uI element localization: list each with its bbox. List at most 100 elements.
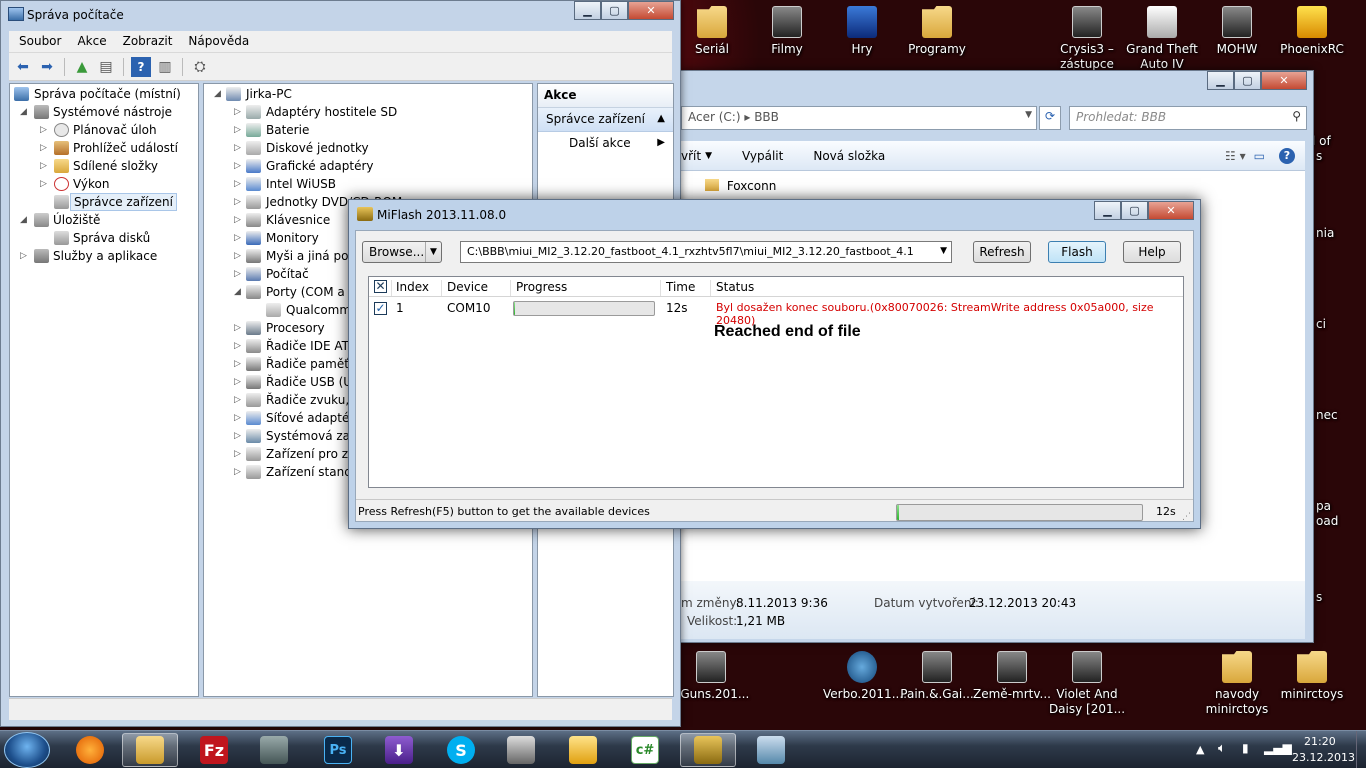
menu-zobrazit[interactable]: Zobrazit	[115, 31, 181, 52]
open-command[interactable]: vřít	[681, 149, 701, 163]
collapse-arrow-icon[interactable]: ▲	[657, 113, 665, 124]
help-icon[interactable]: ?	[131, 56, 151, 77]
tree-node-root[interactable]: Správa počítače (místní)	[10, 85, 198, 103]
breadcrumb-drive[interactable]: Acer (C:)	[688, 110, 741, 124]
expanded-arrow-icon[interactable]: ◢	[214, 85, 221, 103]
help-button[interactable]: Help	[1123, 241, 1181, 263]
collapsed-arrow-icon[interactable]: ▷	[234, 211, 241, 229]
collapsed-arrow-icon[interactable]: ▷	[40, 121, 47, 139]
path-combobox[interactable]: C:\BBB\miui_MI2_3.12.20_fastboot_4.1_rxz…	[460, 241, 952, 263]
device-tree-node[interactable]: ▷ Adaptéry hostitele SD	[204, 103, 532, 121]
collapsed-arrow-icon[interactable]: ▷	[234, 103, 241, 121]
taskbar-miflash[interactable]	[680, 733, 736, 767]
tree-node-shared-folders[interactable]: ▷ Sdílené složky	[10, 157, 198, 175]
tree-node-storage[interactable]: ◢ Úložiště	[10, 211, 198, 229]
tree-node-event-viewer[interactable]: ▷ Prohlížeč událostí	[10, 139, 198, 157]
maximize-icon[interactable]: ▢	[601, 1, 628, 20]
collapsed-arrow-icon[interactable]: ▷	[234, 373, 241, 391]
clock-date[interactable]: 23.12.2013	[1292, 751, 1355, 764]
maximize-icon[interactable]: ▢	[1121, 201, 1148, 220]
menu-napoveda[interactable]: Nápověda	[180, 31, 257, 52]
chevron-down-icon[interactable]: ▼	[1025, 110, 1032, 120]
show-hidden-icons-icon[interactable]: ▲	[1196, 743, 1204, 756]
power-icon[interactable]: ▮	[1242, 741, 1249, 755]
desktop-icon-pain-gain[interactable]: Pain.&.Gai...	[898, 645, 976, 702]
collapsed-arrow-icon[interactable]: ▷	[234, 319, 241, 337]
taskbar-firefox[interactable]	[62, 733, 118, 767]
up-folder-icon[interactable]: ▲	[72, 57, 92, 77]
desktop-icon-filmy[interactable]: Filmy	[748, 0, 826, 57]
breadcrumb-folder[interactable]: BBB	[754, 110, 779, 124]
column-header-status[interactable]: Status	[716, 280, 754, 294]
close-icon[interactable]: ✕	[1261, 71, 1307, 90]
desktop-icon-mohw[interactable]: MOHW	[1198, 0, 1276, 57]
desktop-icon-programy[interactable]: Programy	[898, 0, 976, 57]
tree-node-device-manager[interactable]: Správce zařízení	[10, 193, 198, 211]
new-folder-command[interactable]: Nová složka	[813, 149, 885, 163]
taskbar-usb-tool[interactable]	[493, 733, 549, 767]
scan-hardware-icon[interactable]: ⛭	[190, 57, 210, 77]
device-tree-node[interactable]: ◢ Jirka-PC	[204, 85, 532, 103]
start-orb-icon[interactable]	[4, 732, 50, 768]
collapsed-arrow-icon[interactable]: ▷	[234, 355, 241, 373]
collapsed-arrow-icon[interactable]: ▷	[234, 139, 241, 157]
taskbar-downloader[interactable]: ⬇	[371, 733, 427, 767]
device-tree-node[interactable]: ▷ Baterie	[204, 121, 532, 139]
collapsed-arrow-icon[interactable]: ▷	[234, 121, 241, 139]
menu-akce[interactable]: Akce	[69, 31, 114, 52]
maximize-icon[interactable]: ▢	[1234, 71, 1261, 90]
clock-time[interactable]: 21:20	[1304, 735, 1336, 748]
desktop-icon-crysis3[interactable]: Crysis3 – zástupce	[1048, 0, 1126, 72]
collapsed-arrow-icon[interactable]: ▷	[20, 247, 27, 265]
minimize-icon[interactable]: ▁	[1094, 201, 1121, 220]
desktop-icon-navody[interactable]: navody minirctoys	[1198, 645, 1276, 717]
tree-node-task-scheduler[interactable]: ▷ Plánovač úloh	[10, 121, 198, 139]
desktop-icon-zeme-mrtvych[interactable]: Země-mrtv...	[973, 645, 1051, 702]
preview-pane-icon[interactable]: ▭	[1254, 149, 1265, 163]
collapsed-arrow-icon[interactable]: ▷	[234, 445, 241, 463]
chevron-down-icon[interactable]: ▼	[425, 242, 441, 262]
expanded-arrow-icon[interactable]: ◢	[20, 211, 27, 229]
volume-icon[interactable]: 🔈︎	[1218, 741, 1226, 756]
column-header-device[interactable]: Device	[447, 280, 488, 294]
view-options-icon[interactable]: ☷ ▾	[1225, 149, 1246, 163]
explorer-titlebar[interactable]: ▁ ▢ ✕	[681, 71, 1313, 97]
actions-section-device-manager[interactable]: Správce zařízení ▲	[538, 108, 673, 132]
collapsed-arrow-icon[interactable]: ▷	[40, 175, 47, 193]
collapsed-arrow-icon[interactable]: ▷	[234, 463, 241, 481]
help-icon[interactable]: ?	[1279, 147, 1295, 164]
column-header-progress[interactable]: Progress	[516, 280, 567, 294]
list-item[interactable]: Foxconn	[705, 179, 776, 197]
desktop-icon-minirctoys[interactable]: minirctoys	[1273, 645, 1351, 702]
device-tree-node[interactable]: ▷ Diskové jednotky	[204, 139, 532, 157]
collapsed-arrow-icon[interactable]: ▷	[234, 337, 241, 355]
column-header-index[interactable]: Index	[396, 280, 429, 294]
minimize-icon[interactable]: ▁	[574, 1, 601, 20]
search-input[interactable]: Prohledat: BBB ⚲	[1069, 106, 1307, 130]
tree-node-system-tools[interactable]: ◢ Systémové nástroje	[10, 103, 198, 121]
burn-command[interactable]: Vypálit	[742, 149, 783, 163]
close-icon[interactable]: ✕	[1148, 201, 1194, 220]
browse-button[interactable]: Browse... ▼	[362, 241, 442, 263]
action-pane-icon[interactable]: ▥	[155, 57, 175, 77]
collapsed-arrow-icon[interactable]: ▷	[234, 157, 241, 175]
device-tree-node[interactable]: ▷ Intel WiUSB	[204, 175, 532, 193]
desktop-icon-hry[interactable]: Hry	[823, 0, 901, 57]
desktop-icon-verbo[interactable]: Verbo.2011....	[823, 645, 907, 702]
cm-titlebar[interactable]: Správa počítače ▁ ▢ ✕	[1, 1, 680, 27]
desktop-icon-guns[interactable]: ..Guns.201...	[672, 645, 750, 702]
chevron-down-icon[interactable]: ▼	[705, 151, 712, 161]
select-all-checkbox[interactable]: ✕	[374, 280, 387, 293]
desktop-icon-phoenixrc[interactable]: PhoenixRC	[1273, 0, 1351, 57]
desktop-icon-serial[interactable]: Seriál	[673, 0, 751, 57]
taskbar-remote[interactable]	[743, 733, 799, 767]
desktop-icon-violet-daisy[interactable]: Violet And Daisy [201...	[1048, 645, 1126, 717]
miflash-titlebar[interactable]: MiFlash 2013.11.08.0 ▁ ▢ ✕	[349, 200, 1200, 228]
collapsed-arrow-icon[interactable]: ▷	[234, 409, 241, 427]
collapsed-arrow-icon[interactable]: ▷	[234, 175, 241, 193]
minimize-icon[interactable]: ▁	[1207, 71, 1234, 90]
tree-node-performance[interactable]: ▷ Výkon	[10, 175, 198, 193]
collapsed-arrow-icon[interactable]: ▷	[234, 427, 241, 445]
refresh-icon[interactable]: ⟳	[1039, 106, 1061, 130]
menu-soubor[interactable]: Soubor	[11, 31, 69, 52]
